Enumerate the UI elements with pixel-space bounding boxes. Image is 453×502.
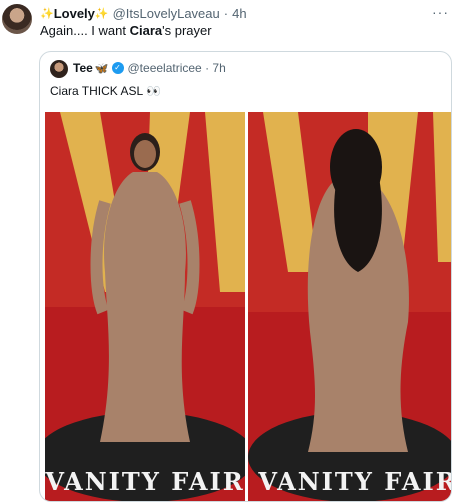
butterfly-icon: 🦋 <box>94 62 109 75</box>
tweet-text-bold: Ciara <box>129 23 163 38</box>
front-view-photo[interactable]: VANITY FAIR <box>45 112 245 501</box>
more-icon[interactable]: ··· <box>432 4 449 20</box>
user-avatar[interactable] <box>2 4 32 34</box>
vanity-fair-logo: VANITY FAIR <box>257 467 452 496</box>
tweet-text-part: Again.... I want <box>40 23 130 38</box>
user-handle[interactable]: @ItsLovelyLaveau <box>113 6 220 21</box>
user-handle[interactable]: @teeelatricee <box>128 61 202 75</box>
display-name[interactable]: Lovely <box>54 6 95 21</box>
sparkle-icon: ✨ <box>40 7 54 20</box>
timestamp[interactable]: 4h <box>232 6 246 21</box>
tweet-text: Again.... I want Ciara's prayer <box>40 23 212 38</box>
verified-badge-icon: ✓ <box>111 62 124 74</box>
timestamp[interactable]: 7h <box>212 61 225 75</box>
tweet-header: ✨ Lovely ✨ @ItsLovelyLaveau · 4h <box>40 4 453 22</box>
vanity-fair-logo: VANITY FAIR <box>45 467 245 496</box>
quoted-tweet-text: Ciara THICK ASL 👀 <box>50 84 161 98</box>
dot-separator: · <box>223 5 229 21</box>
back-view-photo[interactable]: VANITY FAIR <box>248 112 452 501</box>
display-name[interactable]: Tee <box>73 61 93 75</box>
tweet-text-part: 's prayer <box>162 23 212 38</box>
sparkle-icon: ✨ <box>94 7 109 20</box>
quoted-tweet-header: Tee 🦋 ✓ @teeelatricee · 7h <box>73 61 226 75</box>
quoted-tweet[interactable]: Tee 🦋 ✓ @teeelatricee · 7h Ciara THICK A… <box>39 51 452 502</box>
user-avatar[interactable] <box>50 60 68 78</box>
dot-separator: · <box>201 61 213 75</box>
